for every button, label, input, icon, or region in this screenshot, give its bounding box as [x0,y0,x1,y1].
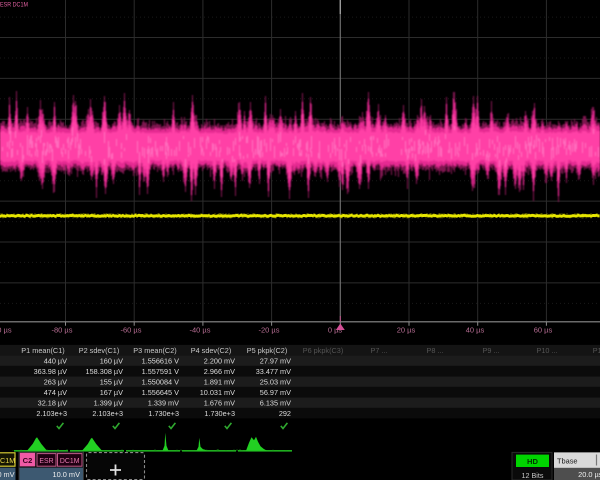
svg-text:P11 ...: P11 ... [593,346,600,355]
svg-text:1.730e+3: 1.730e+3 [204,409,235,418]
svg-text:32.18 µV: 32.18 µV [38,399,67,408]
svg-text:1.556616 V: 1.556616 V [142,357,179,366]
svg-text:P7 ...: P7 ... [370,346,387,355]
svg-text:12 Bits: 12 Bits [522,471,544,480]
svg-text:1.556645 V: 1.556645 V [142,388,179,397]
svg-text:P6 pkpk(C3): P6 pkpk(C3) [303,346,344,355]
svg-text:2.103e+3: 2.103e+3 [36,409,67,418]
svg-text:1.550084 V: 1.550084 V [142,378,179,387]
svg-text:P3 mean(C2): P3 mean(C2) [133,346,176,355]
svg-text:P10 ...: P10 ... [536,346,557,355]
svg-text:292: 292 [279,409,291,418]
svg-text:158.308 µV: 158.308 µV [86,367,124,376]
svg-text:20 µs: 20 µs [397,326,416,335]
svg-text:160 µV: 160 µV [100,357,123,366]
svg-text:27.97 mV: 27.97 mV [260,357,291,366]
svg-text:P4 sdev(C2): P4 sdev(C2) [191,346,232,355]
svg-text:25.03 mV: 25.03 mV [260,378,291,387]
svg-text:263 µV: 263 µV [44,378,67,387]
svg-text:ESR DC1M: ESR DC1M [0,2,28,9]
svg-text:ESR: ESR [39,458,53,465]
svg-text:20.0 µs: 20.0 µs [578,470,600,479]
svg-text:33.477 mV: 33.477 mV [256,367,291,376]
svg-text:155 µV: 155 µV [100,378,123,387]
svg-text:-100 µs: -100 µs [0,326,12,335]
svg-text:C1M: C1M [0,456,15,465]
svg-text:P2 sdev(C1): P2 sdev(C1) [79,346,120,355]
svg-text:167 µV: 167 µV [100,388,123,397]
svg-text:DC1M: DC1M [60,458,80,465]
svg-text:P9 ...: P9 ... [482,346,499,355]
svg-text:-20 µs: -20 µs [259,326,280,335]
svg-text:40 µs: 40 µs [466,326,485,335]
svg-text:60 µs: 60 µs [534,326,553,335]
svg-text:1.557591 V: 1.557591 V [142,367,179,376]
svg-text:2.200 mV: 2.200 mV [204,357,235,366]
svg-text:10.031 mV: 10.031 mV [200,388,235,397]
svg-text:-40 µs: -40 µs [190,326,211,335]
svg-text:1.891 mV: 1.891 mV [204,378,235,387]
svg-text:2.966 mV: 2.966 mV [204,367,235,376]
svg-text:HD: HD [527,457,538,466]
svg-text:0 mV: 0 mV [0,470,15,479]
svg-text:1.730e+3: 1.730e+3 [148,409,179,418]
svg-text:6.135 mV: 6.135 mV [260,399,291,408]
svg-text:-80 µs: -80 µs [52,326,73,335]
svg-text:10.0 mV: 10.0 mV [52,470,80,479]
svg-text:C2: C2 [23,456,33,465]
svg-text:474 µV: 474 µV [44,388,67,397]
svg-text:2.103e+3: 2.103e+3 [92,409,123,418]
svg-text:363.98 µV: 363.98 µV [34,367,68,376]
svg-text:1.676 mV: 1.676 mV [204,399,235,408]
svg-text:1.399 µV: 1.399 µV [94,399,123,408]
svg-text:P5 pkpk(C2): P5 pkpk(C2) [247,346,288,355]
svg-text:-60 µs: -60 µs [121,326,142,335]
svg-text:1.339 mV: 1.339 mV [148,399,179,408]
svg-text:440 µV: 440 µV [44,357,67,366]
svg-text:56.97 mV: 56.97 mV [260,388,291,397]
svg-text:P1 mean(C1): P1 mean(C1) [21,346,64,355]
svg-text:Tbase: Tbase [557,457,578,466]
svg-text:P8 ...: P8 ... [426,346,443,355]
